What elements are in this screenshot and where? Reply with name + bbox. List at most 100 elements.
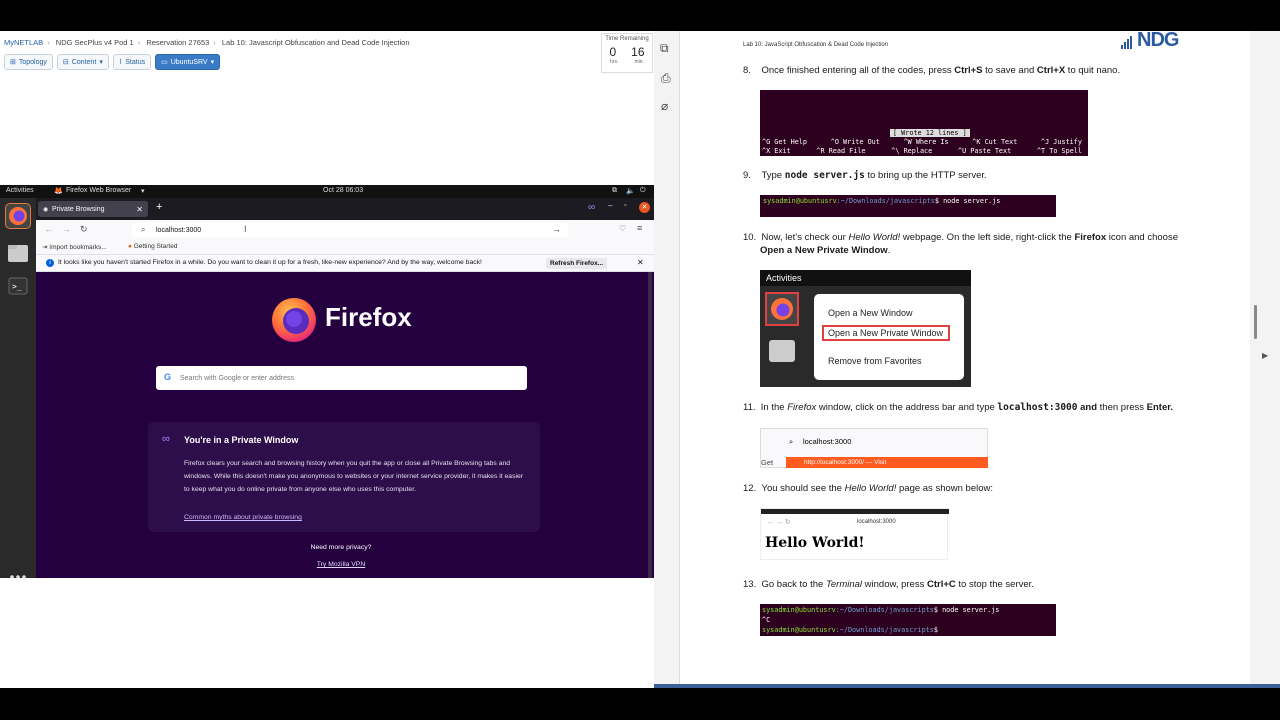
pdf-sidebar: ⧉ ⎙ ⌀ ◀ xyxy=(654,31,689,688)
step-text: to stop the server. xyxy=(955,579,1034,590)
screenshot-get: Get xyxy=(761,458,774,467)
terminal-command: $ node server.js xyxy=(934,197,1001,205)
topology-button[interactable]: ⊞ Topology xyxy=(4,54,53,70)
terminal-prompt: sysadmin@ubuntusrv xyxy=(762,626,836,634)
letterbox-bottom xyxy=(0,688,1280,720)
step-text: icon and choose xyxy=(1106,232,1178,243)
content-button[interactable]: ⊟ Content ▾ xyxy=(56,54,109,70)
hello-world-text: Hello World! xyxy=(765,535,865,551)
bookmarks-bar: ⇥ Import bookmarks... ● Getting Started xyxy=(36,240,654,254)
status-button[interactable]: ⌇ Status xyxy=(112,54,152,70)
breadcrumb-reservation[interactable]: Reservation 27653 xyxy=(146,38,209,47)
netlab-pane: MyNETLAB › NDG SecPlus v4 Pod 1 › Reservat… xyxy=(0,31,654,688)
close-icon[interactable]: ✕ xyxy=(637,258,644,267)
key-ctrl-s: Ctrl+S xyxy=(954,65,983,76)
activities-button[interactable]: Activities xyxy=(6,187,34,194)
attachment-icon[interactable]: ⌀ xyxy=(661,99,668,113)
breadcrumb: MyNETLAB › NDG SecPlus v4 Pod 1 › Reservat… xyxy=(4,38,410,47)
bookmark-icon[interactable]: ⎙ xyxy=(661,71,671,86)
netlab-toolbar: ⊞ Topology ⊟ Content ▾ ⌇ Status ▭ UbuntuSRV ▾ xyxy=(4,54,221,70)
scrollbar[interactable] xyxy=(648,272,652,609)
nano-shortcut: ^W Where Is xyxy=(903,138,949,146)
go-arrow-button[interactable]: → xyxy=(552,224,561,234)
step-10-line2: Open a New Private Window. xyxy=(760,245,890,256)
nav-bar: ← → ↻ ⌕ localhost:3000 I → ♡ ≡ xyxy=(36,220,654,240)
private-body-text: Firefox clears your search and browsing … xyxy=(184,460,524,493)
need-more-privacy-text: Need more privacy? xyxy=(310,544,372,551)
address-bar[interactable]: ⌕ localhost:3000 I xyxy=(132,223,568,237)
nano-shortcut: ^\ Replace xyxy=(891,147,933,155)
private-myths-link[interactable]: Common myths about private browsing xyxy=(184,514,302,521)
step-text: Type xyxy=(761,170,785,181)
vm-button[interactable]: ▭ UbuntuSRV ▾ xyxy=(155,54,221,70)
pdf-header: Lab 10: JavaScript Obfuscation & Dead Co… xyxy=(743,42,889,48)
step-text: webpage. On the left side, right-click t… xyxy=(900,232,1075,243)
step-11: 11. In the Firefox window, click on the … xyxy=(743,402,1173,413)
forward-button[interactable]: → xyxy=(62,224,71,234)
status-label: Status xyxy=(125,58,146,66)
screen: MyNETLAB › NDG SecPlus v4 Pod 1 › Reservat… xyxy=(0,0,1280,720)
pdf-right-margin: ▶ xyxy=(1250,31,1280,688)
pocket-icon[interactable]: ♡ xyxy=(619,224,626,233)
getting-started-link[interactable]: ● Getting Started xyxy=(128,243,177,250)
search-icon: ⌕ xyxy=(789,437,794,446)
breadcrumb-pod[interactable]: NDG SecPlus v4 Pod 1 xyxy=(56,38,134,47)
step-number: 11. xyxy=(743,402,756,413)
nano-shortcut: ^G Get Help xyxy=(762,138,808,146)
nano-shortcut: ^R Read File xyxy=(816,147,866,155)
import-bookmarks-label: Import bookmarks... xyxy=(49,244,107,251)
close-window-button[interactable]: ✕ xyxy=(639,202,650,213)
ubuntu-topbar: Activities 🦊 Firefox Web Browser ▾ Oct 2… xyxy=(0,185,654,198)
firefox-dock-icon[interactable] xyxy=(5,203,31,229)
terminal-path: :~/Downloads/javascripts xyxy=(836,197,935,205)
import-bookmarks-link[interactable]: ⇥ Import bookmarks... xyxy=(42,243,107,251)
firefox-logo-icon xyxy=(272,298,316,342)
step-number: 9. xyxy=(743,170,751,181)
private-heading: You're in a Private Window xyxy=(184,435,299,445)
firefox-icon xyxy=(765,292,799,326)
vm-console[interactable]: Activities 🦊 Firefox Web Browser ▾ Oct 2… xyxy=(0,185,654,609)
collapse-right-icon[interactable]: ▶ xyxy=(1262,351,1268,360)
reload-button[interactable]: ↻ xyxy=(80,224,88,235)
private-mask-icon: ∞ xyxy=(162,433,170,445)
pdf-scrollbar[interactable] xyxy=(1254,305,1257,339)
chevron-down-icon: ▾ xyxy=(141,188,145,195)
maximize-button[interactable]: ▫ xyxy=(624,202,626,209)
tab-title: Private Browsing xyxy=(52,205,105,213)
step-text-bold: Enter. xyxy=(1146,402,1174,413)
nano-shortcuts-row1: ^G Get Help ^O Write Out ^W Where Is ^K Cut… xyxy=(762,138,1082,146)
netlab-blank-area xyxy=(0,578,654,688)
step-text-italic: Terminal xyxy=(825,579,863,590)
step-number: 12. xyxy=(743,483,757,494)
tab-private-browsing[interactable]: Private Browsing ◉ ✕ xyxy=(38,201,148,217)
mozilla-vpn-link[interactable]: Try Mozilla VPN xyxy=(36,561,646,568)
firefox-small-icon: 🦊 xyxy=(54,188,63,195)
refresh-firefox-button[interactable]: Refresh Firefox... xyxy=(546,258,608,269)
nano-shortcut: ^J Justify xyxy=(1041,138,1082,146)
context-menu: Open a New Window Open a New Private Win… xyxy=(814,294,964,380)
clock[interactable]: Oct 28 06:03 xyxy=(323,187,363,194)
hours-unit: hrs. xyxy=(610,59,619,65)
step-text: You should see the xyxy=(761,483,845,494)
close-icon[interactable]: ✕ xyxy=(136,205,143,214)
terminal-dock-icon[interactable]: >_ xyxy=(5,274,31,300)
screenshot-visit-row: http://localhost:3000/ — Visit xyxy=(786,457,988,468)
files-dock-icon[interactable] xyxy=(5,240,31,266)
copy-icon[interactable]: ⧉ xyxy=(660,41,669,56)
minimize-button[interactable]: – xyxy=(608,201,612,210)
private-window-info: ∞ You're in a Private Window Firefox cle… xyxy=(148,422,540,532)
app-menu[interactable]: Firefox Web Browser xyxy=(66,187,131,194)
time-remaining-label: Time Remaining xyxy=(605,36,649,42)
breadcrumb-mynetlab[interactable]: MyNETLAB xyxy=(4,38,43,47)
monitor-icon: ▭ xyxy=(161,59,168,66)
ndg-logo-text: NDG xyxy=(1137,31,1179,51)
menu-item-highlighted: Open a New Private Window xyxy=(822,325,950,341)
hamburger-menu-icon[interactable]: ≡ xyxy=(637,223,642,233)
nano-shortcut: ^U Paste Text xyxy=(957,147,1012,155)
new-tab-button[interactable]: + xyxy=(156,201,162,213)
vm-label: UbuntuSRV xyxy=(170,58,208,66)
search-input[interactable]: G Search with Google or enter address xyxy=(156,366,527,390)
back-button[interactable]: ← xyxy=(44,224,53,234)
volume-icon: 🔈 xyxy=(626,188,635,195)
nano-screenshot: [ Wrote 12 lines ] ^G Get Help ^O Write O… xyxy=(760,90,1088,156)
